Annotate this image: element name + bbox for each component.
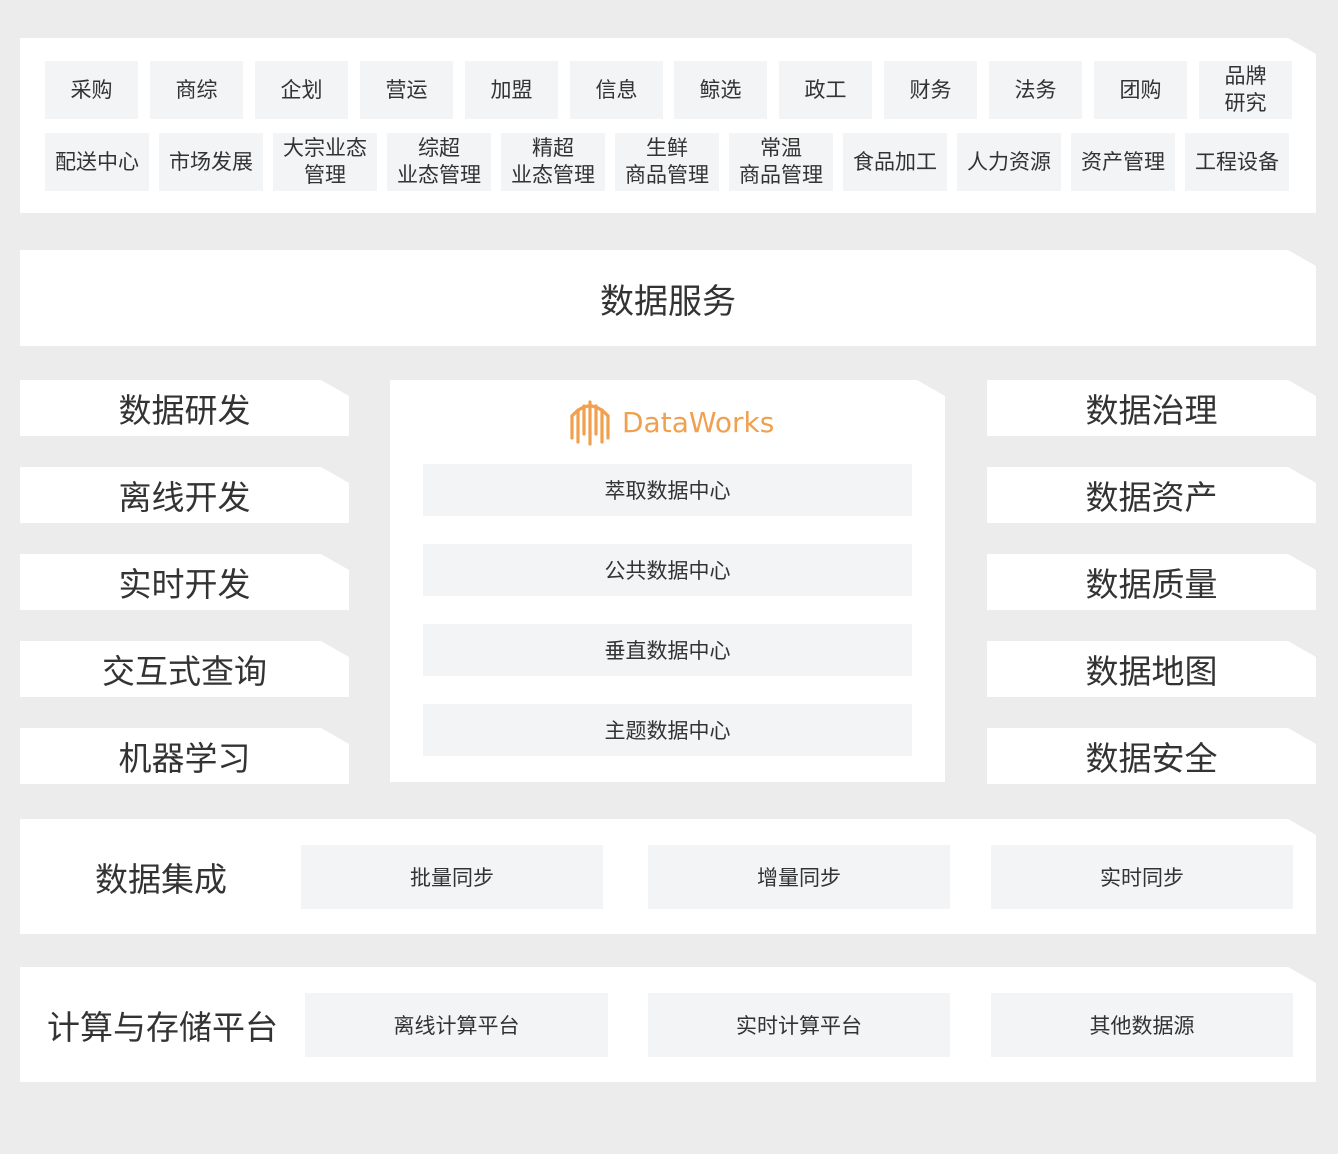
data-service-label: 数据服务 [600,281,736,322]
dataworks-panel: DataWorks 萃取数据中心 公共数据中心 垂直数据中心 主题数据中心 [390,380,945,782]
compute-item: 其他数据源 [991,993,1293,1057]
data-hub: 垂直数据中心 [423,624,912,676]
right-capability: 数据资产 [987,467,1316,523]
business-chip: 品牌 研究 [1199,61,1292,119]
business-chip: 综超 业态管理 [387,133,491,191]
business-chip: 企划 [255,61,348,119]
business-chip: 精超 业态管理 [501,133,605,191]
business-chip: 配送中心 [45,133,149,191]
dataworks-logo: DataWorks [568,398,774,446]
left-capability: 机器学习 [20,728,349,784]
business-chip: 信息 [570,61,663,119]
left-capability: 交互式查询 [20,641,349,697]
business-chip: 生鲜 商品管理 [615,133,719,191]
data-hub: 主题数据中心 [423,704,912,756]
compute-storage-label: 计算与存储平台 [47,1007,278,1047]
business-chip: 人力资源 [957,133,1061,191]
compute-storage-bar: 计算与存储平台 离线计算平台 实时计算平台 其他数据源 [20,967,1316,1082]
business-chip: 政工 [779,61,872,119]
business-chip: 常温 商品管理 [729,133,833,191]
business-chip: 工程设备 [1185,133,1289,191]
business-chip: 大宗业态 管理 [273,133,377,191]
dataworks-brand: DataWorks [622,405,775,439]
data-hub: 萃取数据中心 [423,464,912,516]
integration-item: 增量同步 [648,845,950,909]
left-capability: 离线开发 [20,467,349,523]
right-capability: 数据质量 [987,554,1316,610]
business-domains-panel: 采购 商综 企划 营运 加盟 信息 鲸选 政工 财务 法务 团购 品牌 研究 配… [20,38,1316,213]
business-chip: 资产管理 [1071,133,1175,191]
business-chip: 法务 [989,61,1082,119]
right-capability: 数据安全 [987,728,1316,784]
data-service-bar: 数据服务 [20,250,1316,346]
left-capability: 数据研发 [20,380,349,436]
data-integration-bar: 数据集成 批量同步 增量同步 实时同步 [20,819,1316,934]
business-chip: 加盟 [465,61,558,119]
business-chip: 市场发展 [159,133,263,191]
business-chip: 营运 [360,61,453,119]
business-chip: 团购 [1094,61,1187,119]
dataworks-icon [568,398,612,446]
business-chip: 采购 [45,61,138,119]
compute-item: 离线计算平台 [305,993,608,1057]
integration-item: 批量同步 [301,845,603,909]
business-chip: 财务 [884,61,977,119]
business-chip: 鲸选 [674,61,767,119]
data-integration-label: 数据集成 [95,859,227,899]
integration-item: 实时同步 [991,845,1293,909]
right-capability: 数据治理 [987,380,1316,436]
right-capability: 数据地图 [987,641,1316,697]
left-capability: 实时开发 [20,554,349,610]
compute-item: 实时计算平台 [648,993,950,1057]
business-chip: 食品加工 [843,133,947,191]
data-hub: 公共数据中心 [423,544,912,596]
business-chip: 商综 [150,61,243,119]
